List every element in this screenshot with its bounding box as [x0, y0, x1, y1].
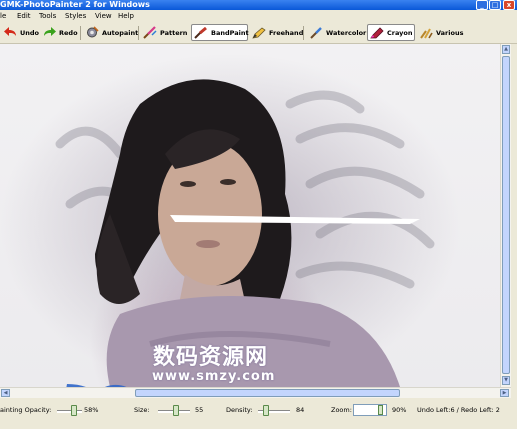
- menu-view[interactable]: View: [95, 12, 112, 20]
- bandpaint-label: BandPaint: [211, 28, 249, 37]
- crayon-button[interactable]: Crayon: [367, 24, 415, 41]
- density-value: 84: [296, 406, 305, 414]
- size-value: 55: [195, 406, 204, 414]
- autopaint-button[interactable]: Autopaint: [83, 24, 139, 41]
- crayon-label: Crayon: [387, 28, 413, 37]
- undo-arrow-icon: [4, 27, 16, 36]
- toolbar-separator: [80, 26, 81, 40]
- opacity-slider-knob[interactable]: [71, 405, 77, 416]
- watermark-logo: [66, 384, 127, 387]
- size-slider-knob[interactable]: [173, 405, 179, 416]
- menu-tools[interactable]: Tools: [39, 12, 56, 20]
- toolbar-separator: [138, 26, 139, 40]
- various-button[interactable]: Various: [417, 24, 463, 41]
- painting-canvas[interactable]: 数码资源网 www.smzy.com: [0, 44, 500, 387]
- redo-button[interactable]: Redo: [41, 24, 78, 41]
- menu-file[interactable]: le: [0, 12, 6, 20]
- size-label: Size:: [134, 406, 150, 414]
- vertical-scrollbar[interactable]: ▲ ▼: [500, 44, 511, 387]
- opacity-value: 58%: [84, 406, 99, 414]
- undo-redo-status: Undo Left:6 / Redo Left: 2: [417, 406, 500, 414]
- window-title: GMK-PhotoPainter 2 for Windows: [0, 0, 150, 9]
- menu-edit[interactable]: Edit: [17, 12, 31, 20]
- minimize-button[interactable]: _: [476, 0, 488, 10]
- vertical-scroll-thumb[interactable]: [502, 56, 510, 374]
- maximize-button[interactable]: □: [489, 0, 501, 10]
- freehand-label: Freehand: [269, 28, 304, 37]
- pattern-button[interactable]: Pattern: [141, 24, 189, 41]
- menu-help[interactable]: Help: [118, 12, 134, 20]
- scroll-right-arrow-icon[interactable]: ▶: [500, 389, 509, 397]
- bandpaint-brush-icon: [194, 26, 207, 39]
- watercolor-brush-icon: [310, 26, 322, 39]
- density-slider-knob[interactable]: [263, 405, 269, 416]
- toolbar-separator: [303, 26, 304, 40]
- close-button[interactable]: x: [503, 0, 515, 10]
- scroll-down-arrow-icon[interactable]: ▼: [502, 376, 510, 385]
- undo-label: Undo: [20, 28, 40, 37]
- opacity-slider[interactable]: [57, 405, 82, 416]
- horizontal-scrollbar[interactable]: ◀ ▶: [0, 387, 511, 398]
- toolbar: Undo Redo Autopaint Pattern BandPaint Fr…: [0, 23, 517, 44]
- freehand-button[interactable]: Freehand: [250, 24, 304, 41]
- watercolor-button[interactable]: Watercolor: [307, 24, 367, 41]
- redo-arrow-icon: [44, 27, 56, 36]
- watermark-text: 数码资源网: [153, 345, 269, 370]
- opacity-label: ainting Opacity:: [0, 406, 52, 414]
- menu-styles[interactable]: Styles: [65, 12, 86, 20]
- undo-button[interactable]: Undo: [2, 24, 40, 41]
- horizontal-scroll-thumb[interactable]: [135, 389, 400, 397]
- zoom-label: Zoom:: [331, 406, 352, 414]
- various-label: Various: [436, 28, 464, 37]
- pattern-label: Pattern: [160, 28, 188, 37]
- status-bar: ainting Opacity: 58% Size: 55 Density: 8…: [0, 398, 517, 429]
- density-slider[interactable]: [258, 405, 290, 416]
- crayon-icon: [370, 26, 384, 38]
- zoom-slider[interactable]: [353, 404, 387, 416]
- various-brushes-icon: [420, 28, 433, 39]
- scroll-up-arrow-icon[interactable]: ▲: [502, 45, 510, 54]
- redo-label: Redo: [59, 28, 78, 37]
- density-label: Density:: [226, 406, 253, 414]
- scroll-left-arrow-icon[interactable]: ◀: [1, 389, 10, 397]
- watermark-url: www.smzy.com: [152, 369, 276, 384]
- zoom-slider-knob[interactable]: [378, 405, 383, 415]
- opacity-slider-track: [57, 410, 82, 413]
- menu-bar: le Edit Tools Styles View Help: [0, 10, 517, 23]
- size-slider[interactable]: [158, 405, 190, 416]
- zoom-value: 90%: [392, 406, 407, 414]
- pattern-brush-icon: [143, 26, 157, 39]
- freehand-pencil-icon: [252, 26, 266, 39]
- painted-portrait-image: [55, 79, 435, 387]
- autopaint-gear-icon: [87, 26, 99, 38]
- watercolor-label: Watercolor: [326, 28, 367, 37]
- autopaint-label: Autopaint: [102, 28, 139, 37]
- bandpaint-button[interactable]: BandPaint: [191, 24, 249, 41]
- title-bar: GMK-PhotoPainter 2 for Windows _ □ x: [0, 0, 517, 10]
